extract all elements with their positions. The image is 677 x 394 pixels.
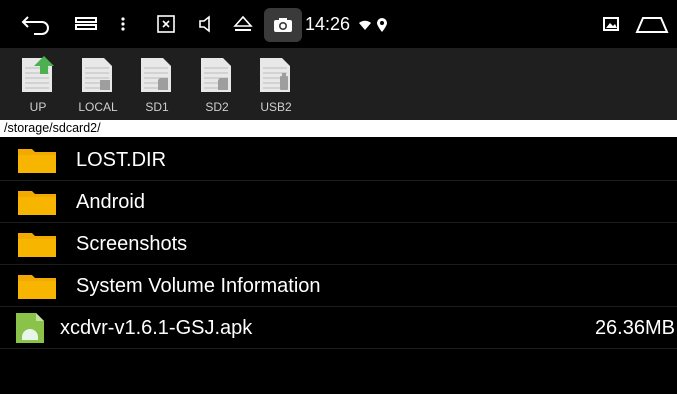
sd1-label: SD1: [145, 100, 169, 114]
sdcard-icon: [141, 58, 171, 92]
recents-icon[interactable]: [74, 12, 98, 36]
list-item[interactable]: Screenshots: [0, 223, 677, 265]
back-icon[interactable]: [20, 12, 50, 36]
up-button[interactable]: UP: [8, 52, 68, 116]
file-name: Android: [76, 191, 145, 213]
screenshot-close-icon[interactable]: [156, 12, 176, 36]
sdcard-icon: [201, 58, 231, 92]
folder-icon: [18, 191, 56, 215]
up-label: UP: [29, 100, 47, 114]
storage-icon: [82, 58, 112, 92]
folder-icon: [18, 149, 56, 173]
folder-icon: [18, 233, 56, 257]
more-icon[interactable]: [120, 12, 126, 36]
current-path: /storage/sdcard2/: [0, 120, 677, 137]
sd1-button[interactable]: SD1: [127, 52, 187, 116]
file-list: LOST.DIR Android Screenshots System Volu…: [0, 139, 677, 349]
usb-icon: [260, 58, 290, 92]
home-icon[interactable]: [634, 12, 670, 36]
wifi-icon: [358, 13, 372, 37]
sd2-label: SD2: [205, 100, 229, 114]
status-bar: 14:26: [0, 0, 677, 48]
local-label: LOCAL: [78, 100, 118, 114]
file-name: xcdvr-v1.6.1-GSJ.apk: [60, 317, 253, 339]
usb2-button[interactable]: USB2: [246, 52, 306, 116]
list-item[interactable]: xcdvr-v1.6.1-GSJ.apk 26.36MB: [0, 307, 677, 349]
apk-icon: [16, 313, 44, 343]
file-name: System Volume Information: [76, 275, 321, 297]
clock: 14:26: [305, 14, 351, 34]
volume-icon[interactable]: [196, 12, 216, 36]
folder-icon: [18, 275, 56, 299]
list-item[interactable]: System Volume Information: [0, 265, 677, 307]
local-button[interactable]: LOCAL: [68, 52, 128, 116]
file-name: Screenshots: [76, 233, 188, 255]
eject-icon[interactable]: [232, 12, 254, 36]
gallery-icon[interactable]: [602, 12, 620, 36]
list-item[interactable]: Android: [0, 181, 677, 223]
file-name: LOST.DIR: [76, 149, 167, 171]
sd2-button[interactable]: SD2: [187, 52, 247, 116]
list-item[interactable]: LOST.DIR: [0, 139, 677, 181]
location-icon: [376, 13, 388, 37]
file-size: 26.36MB: [594, 317, 675, 339]
camera-button[interactable]: [264, 8, 302, 42]
usb2-label: USB2: [260, 100, 292, 114]
storage-toolbar: UP LOCAL SD1 SD2 USB2: [0, 48, 677, 120]
camera-icon: [274, 18, 292, 32]
up-folder-icon: [22, 56, 54, 92]
